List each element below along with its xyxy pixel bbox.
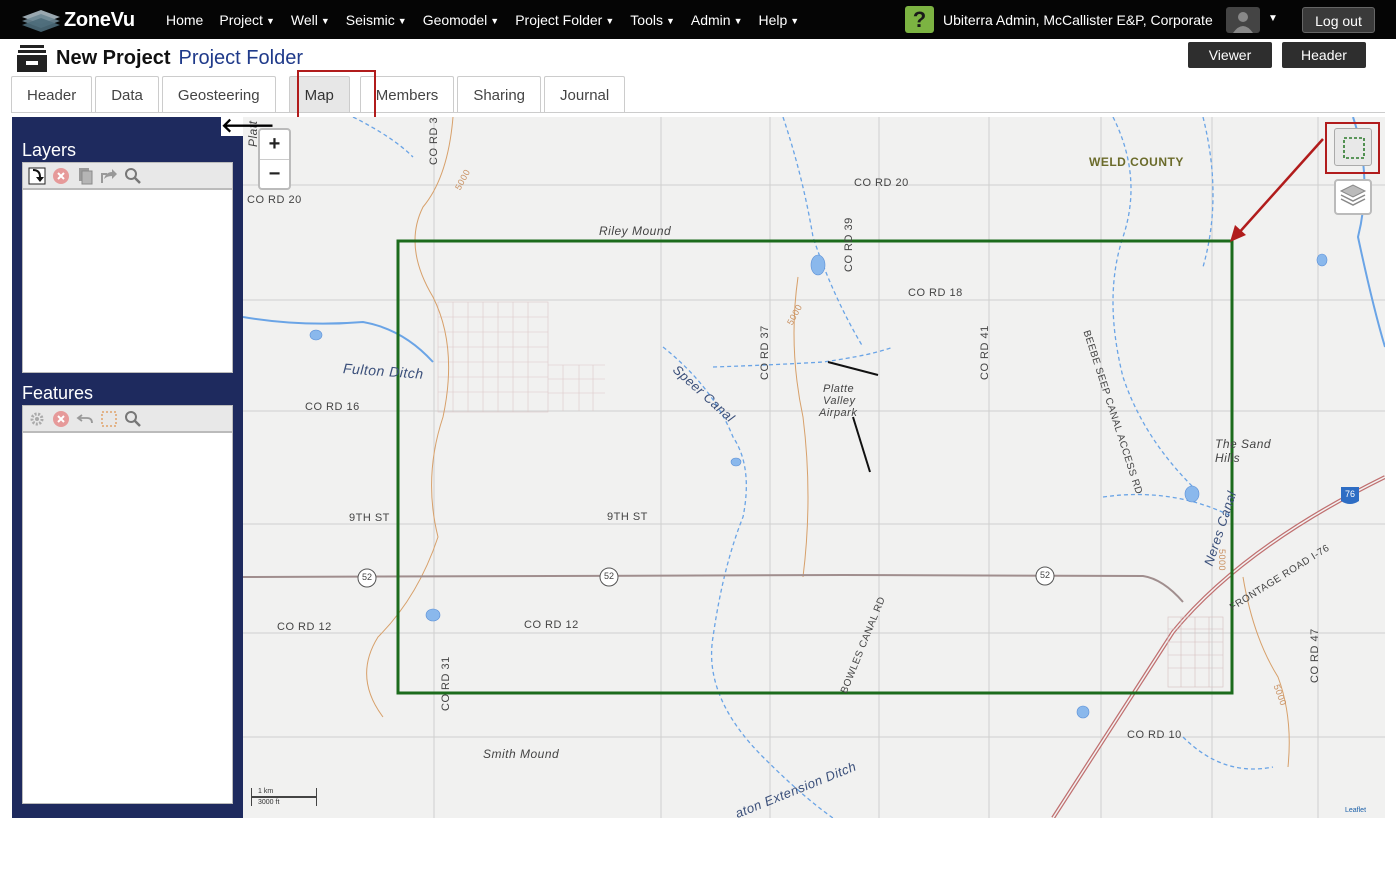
undo-icon[interactable] [73,408,97,430]
select-region-icon[interactable] [97,408,121,430]
map-label: Platte [823,383,855,395]
map-scale-bar: 1 km 3000 ft [251,788,317,806]
logo-icon [20,7,62,33]
project-folder-icon [16,43,48,73]
layers-switcher-button[interactable] [1334,179,1372,215]
user-account-label: Ubiterra Admin, McCallister E&P, Corpora… [943,12,1213,28]
map-label: 52 [1040,570,1051,580]
map-basemap [243,117,1385,818]
map-label: Riley Mound [599,224,672,238]
nav-project[interactable]: Project ▼ [219,12,275,28]
copy-layer-icon[interactable] [73,165,97,187]
caret-down-icon: ▼ [733,15,743,26]
map-canvas[interactable]: WELD COUNTY CO RD 20 CO RD 20 Riley Moun… [243,117,1385,818]
map-label: Smith Mound [483,747,560,761]
scale-km: 1 km [251,788,317,797]
map-label: 52 [362,572,373,582]
map-label: CO RD 20 [247,194,302,206]
map-sidebar: Layers Features [12,117,243,818]
caret-down-icon: ▼ [320,15,330,26]
map-label: CO RD 10 [1127,729,1182,741]
search-layer-icon[interactable] [121,165,145,187]
share-layer-icon[interactable] [97,165,121,187]
layers-toolbar [22,162,233,189]
map-label: CO RD 37 [759,325,771,380]
top-navbar: ZoneVu Home Project ▼ Well ▼ Seismic ▼ Geom… [0,0,1396,39]
map-label: CO RD 16 [305,401,360,413]
caret-down-icon: ▼ [490,15,500,26]
import-layer-icon[interactable] [25,165,49,187]
nav-tools[interactable]: Tools ▼ [630,12,675,28]
select-button-highlight [1325,122,1380,174]
features-list[interactable] [22,432,233,804]
settings-gear-icon[interactable] [25,408,49,430]
map-label: CO RD 47 [1309,628,1321,683]
tab-data[interactable]: Data [95,76,159,113]
map-label: 76 [1345,489,1356,499]
viewer-button[interactable]: Viewer [1188,42,1272,68]
caret-down-icon: ▼ [397,15,407,26]
search-feature-icon[interactable] [121,408,145,430]
map-label: CO RD 41 [979,325,991,380]
caret-down-icon: ▼ [790,15,800,26]
user-menu-caret-icon[interactable]: ▼ [1268,13,1278,24]
project-folder-link[interactable]: Project Folder [178,47,303,70]
nav-project-folder[interactable]: Project Folder ▼ [515,12,614,28]
map-label: CO RD 20 [854,177,909,189]
nav-well[interactable]: Well ▼ [291,12,330,28]
map-label: 9TH ST [607,511,648,523]
map-label: Valley [823,395,856,407]
tab-header[interactable]: Header [11,76,93,113]
logout-button[interactable]: Log out [1302,7,1375,33]
nav-seismic[interactable]: Seismic ▼ [346,12,407,28]
caret-down-icon: ▼ [665,15,675,26]
map-label: Hills [1215,451,1241,465]
nav-help[interactable]: Help ▼ [759,12,800,28]
main-nav: Home Project ▼ Well ▼ Seismic ▼ Geomodel ▼ P… [166,0,815,39]
caret-down-icon: ▼ [265,15,275,26]
map-label: CO RD 39 [843,217,855,272]
nav-geomodel[interactable]: Geomodel ▼ [423,12,500,28]
logo-text: ZoneVu [64,8,135,31]
map-label: CO RD 12 [277,621,332,633]
scale-ft: 3000 ft [251,797,317,806]
map-label: WELD COUNTY [1089,155,1184,169]
map-tab-highlight [297,70,376,121]
leaflet-attribution-link[interactable]: Leaflet [1345,807,1366,814]
layers-title: Layers [22,140,77,160]
tabs-divider [11,112,1385,113]
collapse-sidebar-arrow-icon[interactable]: 🡐 [221,116,275,136]
tab-sharing[interactable]: Sharing [457,76,542,113]
zoom-control: + − [258,128,291,190]
map-label: 9TH ST [349,512,390,524]
features-title: Features [22,383,94,403]
project-name: New Project [56,46,171,69]
delete-feature-icon[interactable] [49,408,73,430]
nav-admin[interactable]: Admin ▼ [691,12,743,28]
caret-down-icon: ▼ [605,15,615,26]
tab-geosteering[interactable]: Geosteering [161,76,276,113]
layers-list[interactable] [22,189,233,373]
header-button[interactable]: Header [1282,42,1366,68]
map-label: 52 [604,571,615,581]
map-label: Airpark [819,407,858,419]
map-label: The Sand [1215,437,1272,451]
zoom-in-button[interactable]: + [260,130,289,159]
map-label: CO RD 18 [908,287,963,299]
map-label: 5000 [1217,549,1227,572]
zoom-out-button[interactable]: − [260,159,289,188]
zonevu-logo[interactable]: ZoneVu [20,6,135,34]
map-label: CO RD 12 [524,619,579,631]
delete-layer-icon[interactable] [49,165,73,187]
map-label: CO RD 31 [440,656,452,711]
help-question-icon[interactable]: ? [905,6,934,33]
tab-journal[interactable]: Journal [544,76,626,113]
features-toolbar [22,405,233,432]
user-avatar-icon[interactable] [1226,7,1260,33]
project-title-row: New Project Project Folder [16,42,303,74]
nav-home[interactable]: Home [166,12,203,28]
layers-stack-icon [1339,184,1367,206]
map-label: CO RD 3 [428,117,440,165]
